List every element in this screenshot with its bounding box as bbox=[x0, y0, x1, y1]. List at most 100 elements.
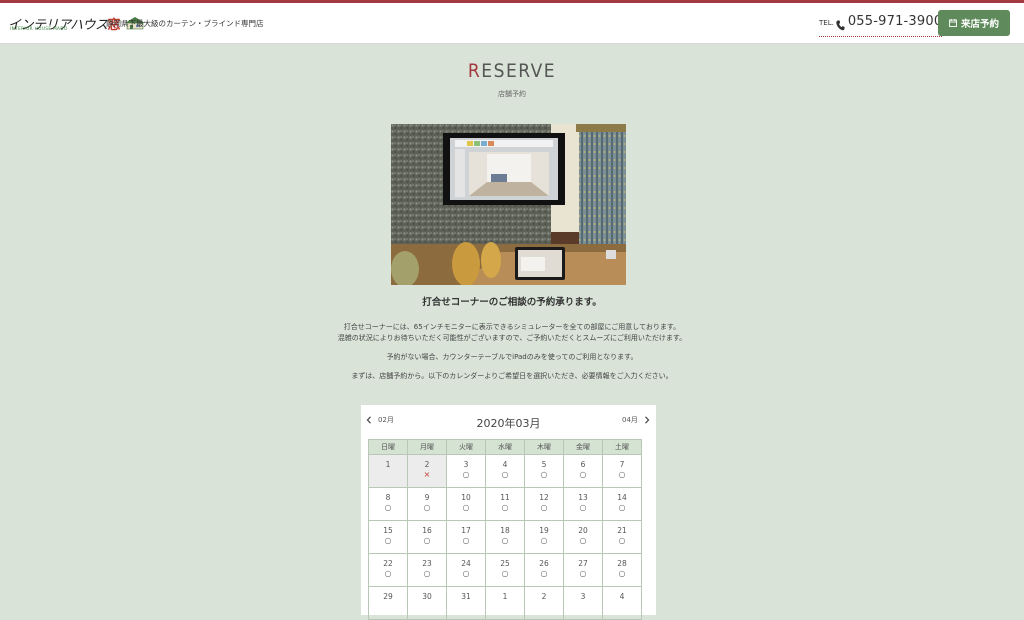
day-number: 8 bbox=[385, 493, 391, 502]
day-number: 9 bbox=[424, 493, 430, 502]
calendar-week-row: 22 ○ 23 ○ 24 ○ 25 ○ 26 ○ 27 ○ 28 ○ bbox=[368, 553, 642, 587]
calendar-month-title: 2020年03月 bbox=[476, 417, 541, 430]
available-mark: ○ bbox=[462, 470, 470, 479]
available-mark: ○ bbox=[462, 503, 470, 512]
calendar-day-cell[interactable]: 22 ○ bbox=[368, 553, 408, 587]
weekday-header-row: 日曜 月曜 火曜 水曜 木曜 金曜 土曜 bbox=[368, 439, 642, 455]
calendar-day-cell[interactable]: 17 ○ bbox=[446, 520, 486, 554]
calendar-day-cell[interactable]: 6 ○ bbox=[563, 454, 603, 488]
calendar-day-cell[interactable]: 9 ○ bbox=[407, 487, 447, 521]
day-number: 2 bbox=[424, 460, 430, 469]
intro-line-2: 混雑の状況によりお待ちいただく可能性がございますので、ご予約いただくとスムーズに… bbox=[337, 334, 687, 342]
day-number: 14 bbox=[617, 493, 627, 502]
weekday-header: 火曜 bbox=[446, 439, 486, 455]
day-number: 12 bbox=[539, 493, 549, 502]
available-mark: ○ bbox=[501, 536, 509, 545]
day-number: 15 bbox=[383, 526, 393, 535]
available-mark: ○ bbox=[579, 536, 587, 545]
day-number: 1 bbox=[385, 460, 391, 469]
calendar-day-cell[interactable]: 19 ○ bbox=[524, 520, 564, 554]
calendar-day-cell[interactable]: 18 ○ bbox=[485, 520, 525, 554]
calendar-day-cell[interactable]: 26 ○ bbox=[524, 553, 564, 587]
tel-label: TEL. bbox=[819, 19, 834, 27]
day-number: 29 bbox=[383, 592, 393, 601]
phone-link[interactable]: TEL. 055-971-3900 bbox=[819, 14, 943, 37]
calendar-body: 1 2 × 3 ○ 4 ○ 5 ○ 6 ○ 7 ○ 8 ○ 9 ○ 10 ○ 11 ○ 12 ○ 13 ○ 14 ○ 15 ○ 16 ○ 17… bbox=[368, 454, 642, 620]
available-mark: ○ bbox=[423, 503, 431, 512]
calendar-day-cell[interactable]: 24 ○ bbox=[446, 553, 486, 587]
calendar-day-cell[interactable]: 21 ○ bbox=[602, 520, 642, 554]
available-mark: ○ bbox=[540, 569, 548, 578]
weekday-header: 月曜 bbox=[407, 439, 447, 455]
available-mark: ○ bbox=[501, 470, 509, 479]
day-number: 10 bbox=[461, 493, 471, 502]
day-number: 31 bbox=[461, 592, 471, 601]
unavailable-mark: × bbox=[423, 470, 431, 479]
day-number: 25 bbox=[500, 559, 510, 568]
calendar-day-cell[interactable]: 3 ○ bbox=[446, 454, 486, 488]
calendar-week-row: 8 ○ 9 ○ 10 ○ 11 ○ 12 ○ 13 ○ 14 ○ bbox=[368, 487, 642, 521]
calendar-day-cell: 29 bbox=[368, 586, 408, 620]
calendar-day-cell[interactable]: 12 ○ bbox=[524, 487, 564, 521]
calendar-day-cell[interactable]: 20 ○ bbox=[563, 520, 603, 554]
intro-instruction: まずは、店舗予約から。以下のカレンダーよりご希望日を選択いただき、必要情報をご入… bbox=[351, 372, 673, 380]
intro-line-1: 打合せコーナーには、65インチモニターに表示できるシミュレーターを全ての部屋にご… bbox=[343, 323, 681, 331]
available-mark: ○ bbox=[618, 503, 626, 512]
calendar-day-cell[interactable]: 7 ○ bbox=[602, 454, 642, 488]
site-header: インテリアハウス窓 INTERIOR HOUSE MADO 静岡県下最大級のカー… bbox=[0, 3, 1024, 44]
next-month-label: 04月 bbox=[622, 416, 638, 424]
calendar-day-cell[interactable]: 23 ○ bbox=[407, 553, 447, 587]
intro-ipad-note: 予約がない場合、カウンターテーブルでiPadのみを使ってのご利用となります。 bbox=[386, 353, 638, 361]
day-number: 28 bbox=[617, 559, 627, 568]
next-month-button[interactable]: 04月 bbox=[622, 415, 650, 425]
available-mark: ○ bbox=[579, 503, 587, 512]
available-mark: ○ bbox=[618, 536, 626, 545]
calendar-day-cell: 1 bbox=[368, 454, 408, 488]
day-number: 5 bbox=[541, 460, 547, 469]
calendar-day-cell: 2 × bbox=[407, 454, 447, 488]
store-reservation-button[interactable]: 来店予約 bbox=[938, 10, 1010, 36]
available-mark: ○ bbox=[618, 470, 626, 479]
day-number: 22 bbox=[383, 559, 393, 568]
day-number: 7 bbox=[619, 460, 625, 469]
weekday-header: 土曜 bbox=[602, 439, 642, 455]
available-mark: ○ bbox=[618, 569, 626, 578]
calendar-day-cell: 30 bbox=[407, 586, 447, 620]
available-mark: ○ bbox=[462, 569, 470, 578]
logo-subtext: INTERIOR HOUSE MADO bbox=[10, 26, 68, 31]
day-number: 4 bbox=[619, 592, 625, 601]
calendar-day-cell[interactable]: 25 ○ bbox=[485, 553, 525, 587]
available-mark: ○ bbox=[540, 470, 548, 479]
tel-number: 055-971-3900 bbox=[847, 14, 943, 29]
available-mark: ○ bbox=[501, 569, 509, 578]
calendar-day-cell[interactable]: 11 ○ bbox=[485, 487, 525, 521]
calendar-day-cell[interactable]: 16 ○ bbox=[407, 520, 447, 554]
weekday-header: 木曜 bbox=[524, 439, 564, 455]
calendar-day-cell[interactable]: 14 ○ bbox=[602, 487, 642, 521]
available-mark: ○ bbox=[462, 536, 470, 545]
calendar-day-cell[interactable]: 10 ○ bbox=[446, 487, 486, 521]
reserve-button-label: 来店予約 bbox=[960, 19, 999, 30]
calendar-day-cell[interactable]: 4 ○ bbox=[485, 454, 525, 488]
calendar-day-cell[interactable]: 27 ○ bbox=[563, 553, 603, 587]
site-tagline: 静岡県下最大級のカーテン・ブラインド専門店 bbox=[106, 19, 264, 28]
day-number: 20 bbox=[578, 526, 588, 535]
weekday-header: 日曜 bbox=[368, 439, 408, 455]
section-title: RESERVE bbox=[0, 60, 1024, 82]
day-number: 1 bbox=[502, 592, 508, 601]
day-number: 23 bbox=[422, 559, 432, 568]
available-mark: ○ bbox=[384, 503, 392, 512]
chevron-right-icon bbox=[644, 416, 650, 424]
day-number: 13 bbox=[578, 493, 588, 502]
calendar-week-row: 15 ○ 16 ○ 17 ○ 18 ○ 19 ○ 20 ○ 21 ○ bbox=[368, 520, 642, 554]
available-mark: ○ bbox=[579, 569, 587, 578]
day-number: 30 bbox=[422, 592, 432, 601]
phone-icon bbox=[836, 20, 845, 30]
calendar-day-cell[interactable]: 15 ○ bbox=[368, 520, 408, 554]
calendar-day-cell[interactable]: 28 ○ bbox=[602, 553, 642, 587]
day-number: 16 bbox=[422, 526, 432, 535]
calendar-day-cell[interactable]: 5 ○ bbox=[524, 454, 564, 488]
day-number: 24 bbox=[461, 559, 471, 568]
calendar-day-cell[interactable]: 13 ○ bbox=[563, 487, 603, 521]
calendar-day-cell[interactable]: 8 ○ bbox=[368, 487, 408, 521]
